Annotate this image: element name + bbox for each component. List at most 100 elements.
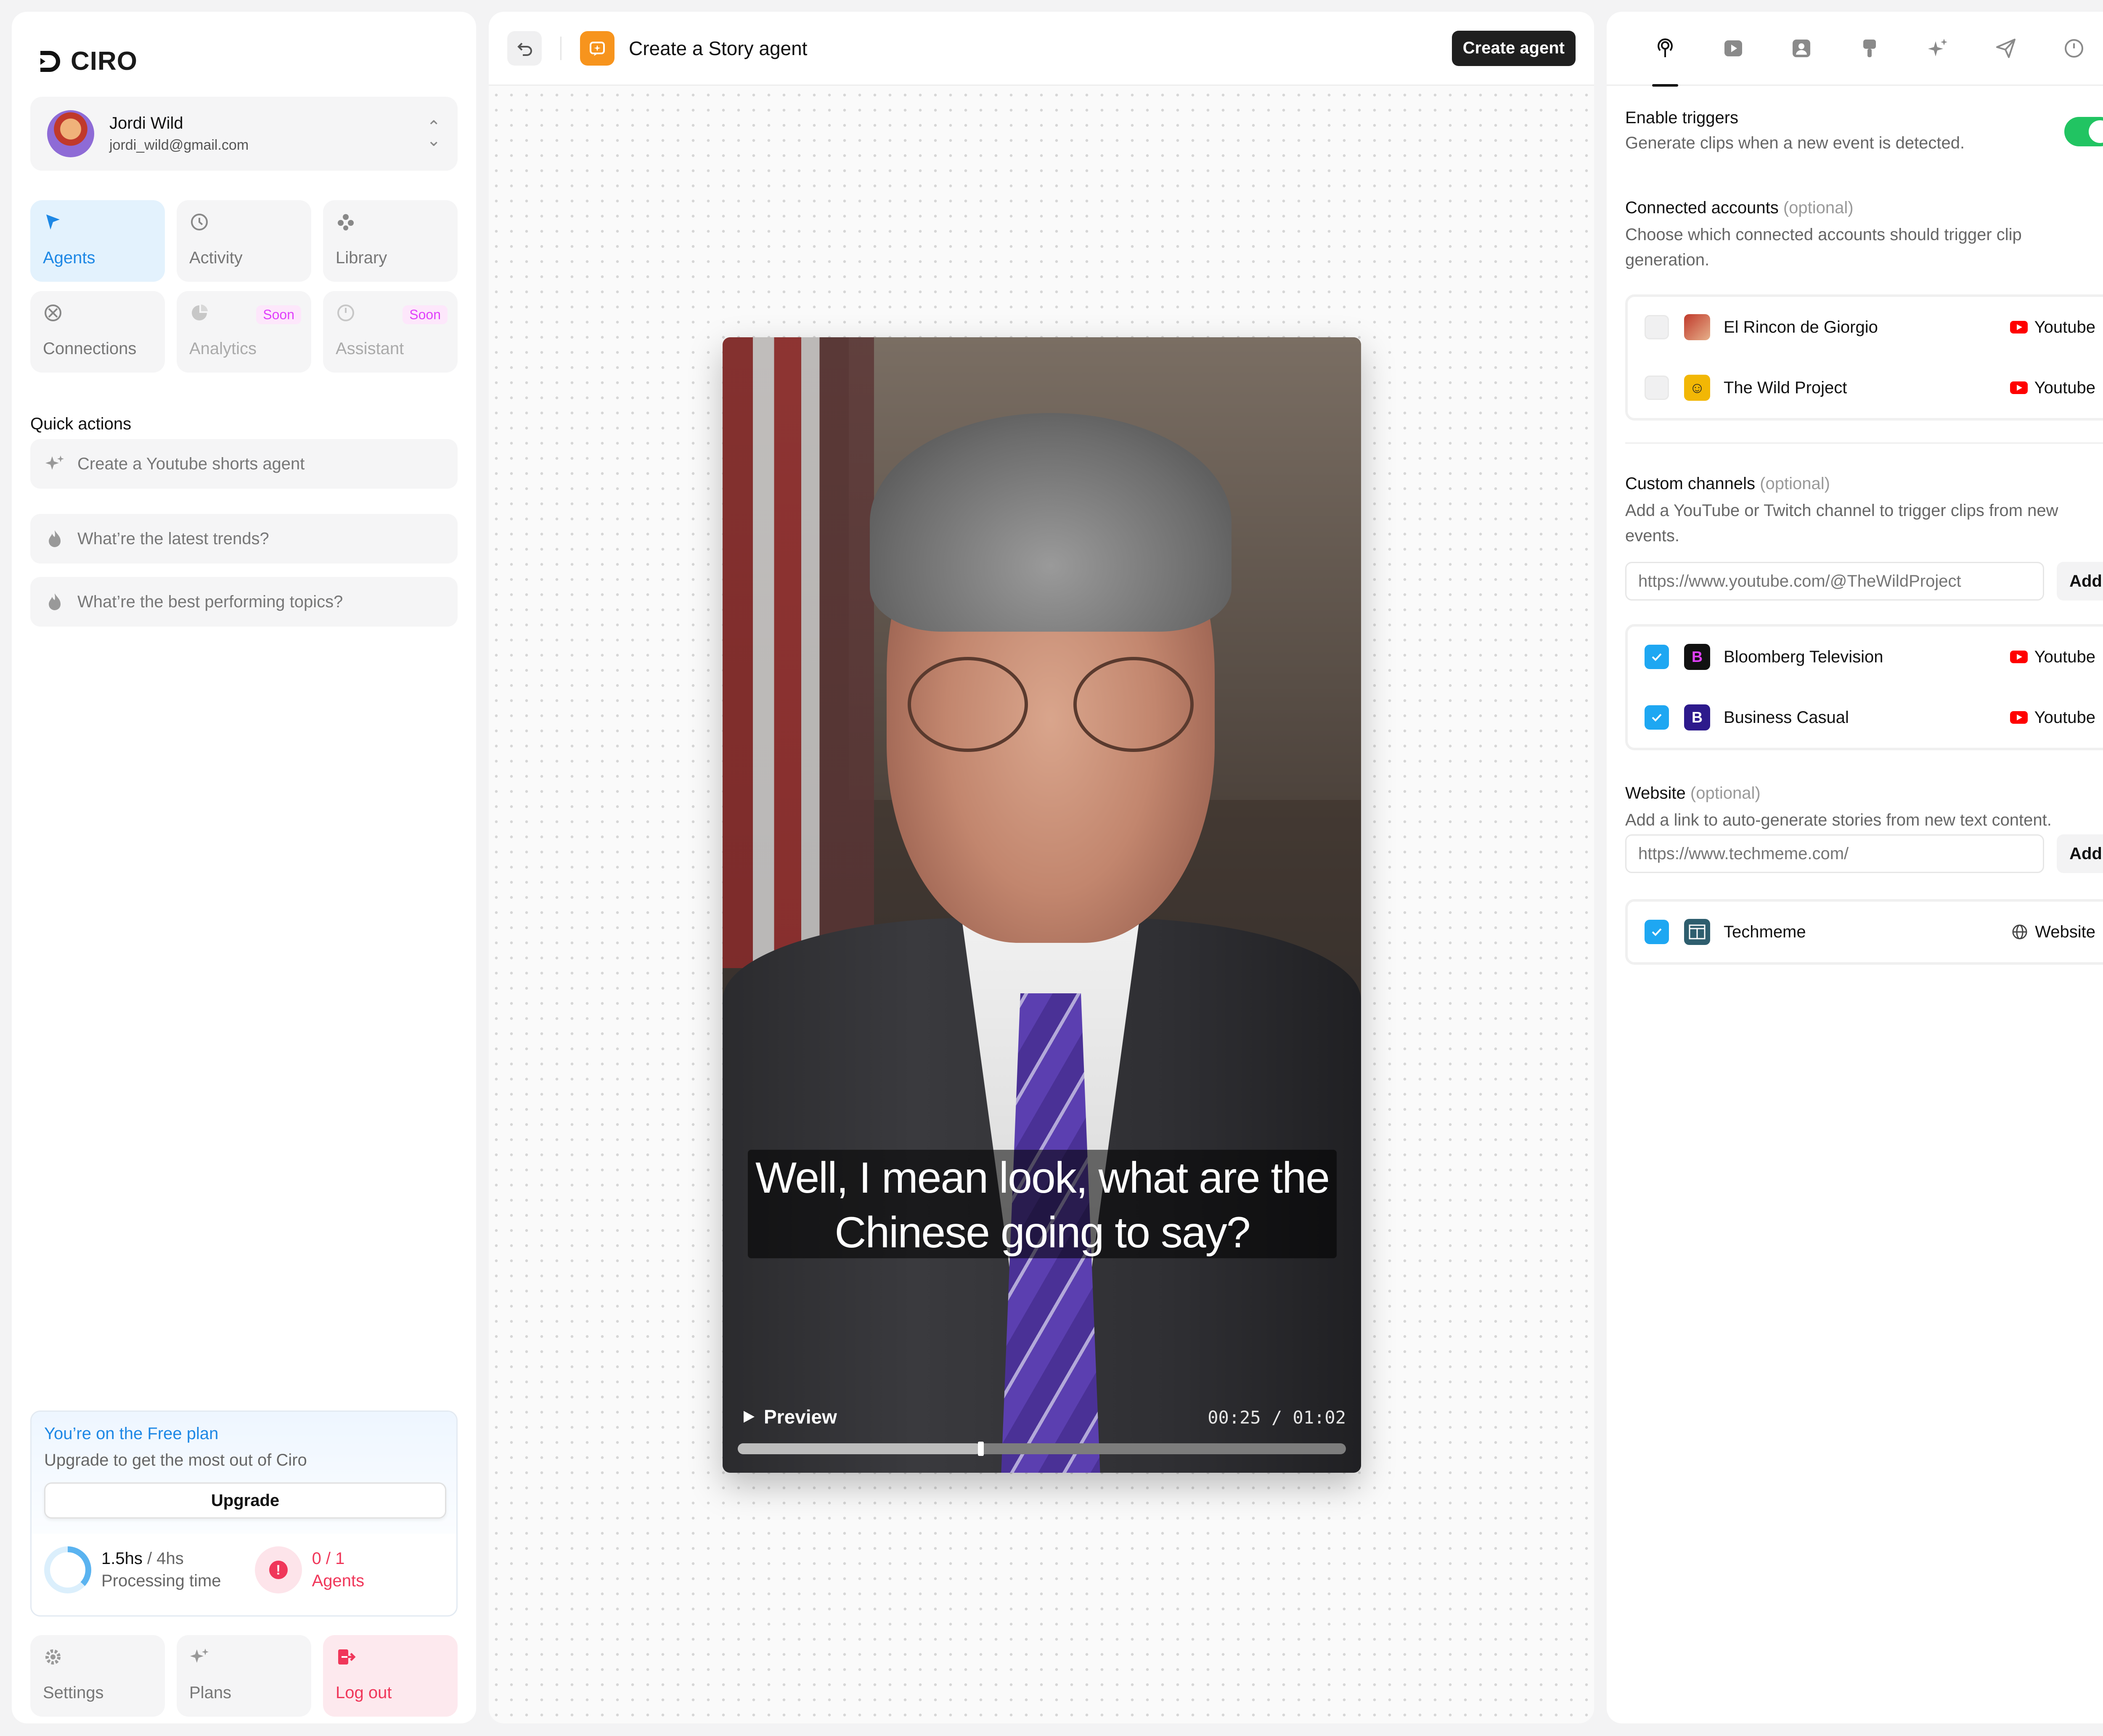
connections-icon	[45, 304, 61, 321]
portrait-icon	[1793, 39, 1810, 57]
logout-button[interactable]: Log out	[323, 1635, 458, 1717]
undo-arrow-icon	[517, 42, 532, 56]
tab-style[interactable]	[1835, 11, 1904, 85]
tab-portrait[interactable]	[1767, 11, 1835, 85]
quick-action-item[interactable]: What’re the latest trends?	[30, 514, 458, 564]
chevron-up-down-icon: ⌃ ⌄	[426, 118, 441, 150]
account-source: Youtube	[2010, 378, 2095, 397]
custom-channels-desc: Add a YouTube or Twitch channel to trigg…	[1625, 501, 2058, 545]
plan-card: You’re on the Free plan Upgrade to get t…	[30, 1410, 458, 1617]
send-icon	[1996, 38, 2016, 58]
account-switcher[interactable]: Jordi Wild jordi_wild@gmail.com ⌃ ⌄	[30, 97, 458, 171]
panel-tabs	[1607, 11, 2103, 87]
youtube-icon	[2010, 711, 2028, 724]
flame-icon	[49, 530, 61, 547]
cursor-icon	[46, 214, 60, 230]
youtube-icon	[2010, 381, 2028, 394]
settings-button[interactable]: Settings	[30, 1635, 165, 1717]
back-button[interactable]	[507, 31, 542, 66]
upgrade-button[interactable]: Upgrade	[44, 1482, 446, 1519]
nav-activity[interactable]: Activity	[177, 200, 311, 282]
clock-icon	[191, 214, 208, 230]
alert-icon: !	[254, 1546, 302, 1593]
preview-play-button[interactable]: Preview	[743, 1405, 837, 1428]
account-checkbox[interactable]	[1645, 376, 1669, 400]
video-caption: Well, I mean look, what are the Chinese …	[748, 1150, 1337, 1258]
channel-checkbox[interactable]	[1645, 645, 1669, 669]
list-item[interactable]: B Business Casual Youtube	[1628, 687, 2103, 748]
youtube-icon	[2010, 651, 2028, 663]
custom-channels-list: B Bloomberg Television Youtube B Busines…	[1625, 624, 2103, 750]
library-icon	[338, 214, 354, 230]
triggers-title: Enable triggers	[1625, 108, 1739, 127]
tab-schedule[interactable]	[2040, 11, 2103, 85]
divider	[1625, 442, 2103, 444]
nav-library[interactable]: Library	[323, 200, 458, 282]
triggers-desc: Generate clips when a new event is detec…	[1625, 134, 1965, 152]
story-agent-icon	[580, 31, 614, 66]
channel-checkbox[interactable]	[1645, 705, 1669, 730]
youtube-icon	[2010, 321, 2028, 333]
brush-icon	[1863, 39, 1876, 57]
caption-line: Well, I mean look, what are the	[755, 1154, 1330, 1202]
page-title: Create a Story agent	[629, 37, 808, 59]
processing-time-stat: 1.5hs / 4hs Processing time	[44, 1546, 221, 1593]
connected-accounts-list: El Rincon de Giorgio Youtube ☺ The Wild …	[1625, 294, 2103, 421]
nav-library-label: Library	[336, 249, 387, 267]
website-url-input[interactable]	[1625, 834, 2044, 873]
channel-source: Youtube	[2010, 708, 2095, 727]
list-item[interactable]: B Bloomberg Television Youtube	[1628, 627, 2103, 687]
logout-icon	[338, 1649, 356, 1665]
video-scrubber-handle[interactable]	[978, 1442, 984, 1456]
channel-avatar: ☺	[1684, 375, 1710, 401]
add-channel-button[interactable]: Add	[2057, 562, 2103, 601]
settings-panel: Enable triggers Generate clips when a ne…	[1607, 12, 2103, 1723]
plans-label: Plans	[189, 1683, 232, 1702]
brand-logo[interactable]: CIRO	[37, 46, 138, 76]
channel-name: Business Casual	[1724, 708, 1849, 727]
video-preview[interactable]: Well, I mean look, what are the Chinese …	[723, 337, 1361, 1473]
processing-total: / 4hs	[147, 1549, 184, 1568]
sparkle-icon	[1928, 38, 1947, 56]
agents-label: Agents	[312, 1572, 365, 1590]
bloomberg-logo-icon: B	[1684, 644, 1710, 670]
quick-action-item[interactable]: Create a Youtube shorts agent	[30, 439, 458, 489]
enable-triggers-toggle[interactable]	[2064, 117, 2103, 146]
create-agent-button[interactable]: Create agent	[1451, 30, 1576, 66]
account-checkbox[interactable]	[1645, 315, 1669, 339]
channel-url-input[interactable]	[1625, 562, 2044, 601]
add-website-button[interactable]: Add	[2057, 834, 2103, 873]
logout-label: Log out	[336, 1683, 392, 1702]
connected-accounts-title: Connected accounts (optional)	[1625, 198, 1854, 217]
nav-agents[interactable]: Agents	[30, 200, 165, 282]
plans-button[interactable]: Plans	[177, 1635, 311, 1717]
website-checkbox[interactable]	[1645, 920, 1669, 944]
trigger-icon	[1658, 38, 1673, 57]
user-email: jordi_wild@gmail.com	[109, 137, 249, 153]
nav-connections-label: Connections	[43, 339, 137, 358]
techmeme-logo-icon	[1684, 919, 1710, 945]
account-source: Youtube	[2010, 318, 2095, 337]
brand-name: CIRO	[71, 47, 138, 76]
list-item[interactable]: ☺ The Wild Project Youtube	[1628, 357, 2103, 418]
agents-stat: ! 0 / 1 Agents	[254, 1546, 365, 1593]
soon-badge: Soon	[256, 305, 301, 324]
tab-effects[interactable]	[1904, 11, 1972, 85]
nav-connections[interactable]: Connections	[30, 291, 165, 373]
website-title: Website (optional)	[1625, 784, 1761, 802]
list-item[interactable]: El Rincon de Giorgio Youtube	[1628, 297, 2103, 357]
gear-icon	[45, 1649, 61, 1665]
video-progress-bar[interactable]	[738, 1442, 1346, 1456]
video-progress-fill	[738, 1443, 981, 1454]
tab-publish[interactable]	[1972, 11, 2040, 85]
website-source: Website	[2011, 923, 2095, 942]
list-item[interactable]: Techmeme Website	[1628, 902, 2103, 962]
play-icon	[744, 1411, 755, 1423]
tab-triggers[interactable]	[1631, 11, 1699, 87]
video-subject-glasses	[908, 657, 1194, 752]
quick-action-item[interactable]: What’re the best performing topics?	[30, 577, 458, 627]
editor-canvas: Create a Story agent Create agent Well, …	[489, 12, 1594, 1723]
caption-line: Chinese going to say?	[834, 1208, 1250, 1257]
pie-chart-icon	[192, 304, 208, 320]
tab-video[interactable]	[1699, 11, 1767, 85]
